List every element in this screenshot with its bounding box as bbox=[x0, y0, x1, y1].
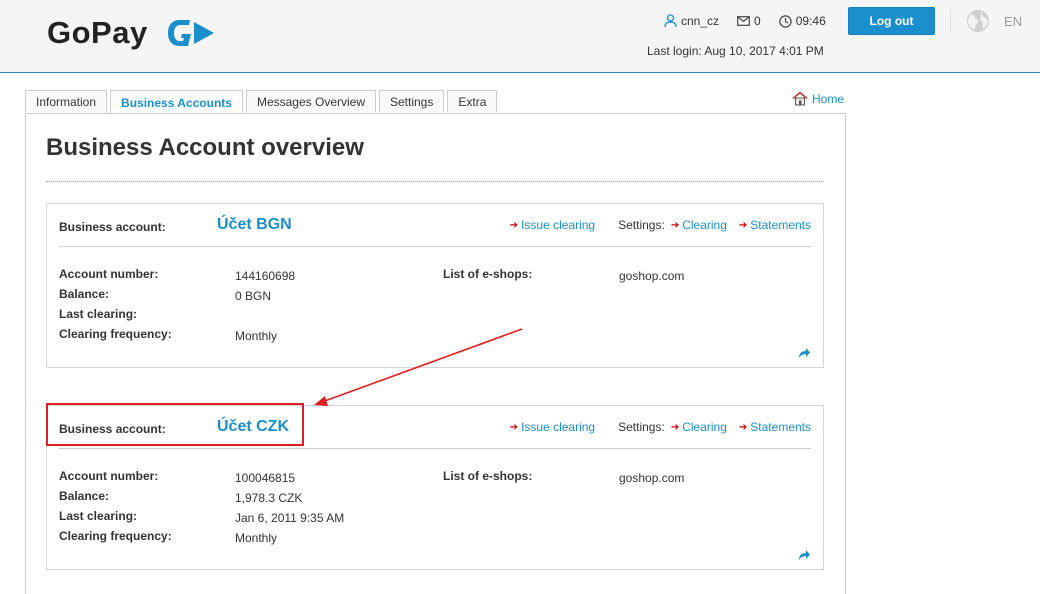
issue-clearing-link[interactable]: ➔ Issue clearing bbox=[510, 218, 595, 232]
settings-label: Settings: bbox=[618, 420, 665, 434]
account-number-value: 144160698 bbox=[235, 269, 296, 283]
clearing-frequency-label: Clearing frequency: bbox=[59, 529, 172, 543]
arrow-right-icon: ➔ bbox=[509, 421, 519, 433]
header: GoPay cnn_cz 0 09:46 Last login: Aug 10,… bbox=[0, 0, 1040, 73]
account-head-label: Business account: bbox=[59, 220, 166, 234]
home-label: Home bbox=[812, 92, 845, 106]
logout-button[interactable]: Log out bbox=[848, 7, 935, 35]
clearing-link[interactable]: ➔ Clearing bbox=[671, 420, 727, 434]
account-card: Business account: Účet BGN ➔ Issue cleari… bbox=[46, 203, 824, 368]
session-time: 09:46 bbox=[779, 14, 826, 28]
account-actions: ➔ Issue clearing Settings: ➔ Clearing ➔ Sta… bbox=[510, 420, 811, 434]
gopay-logo[interactable]: GoPay bbox=[47, 14, 216, 52]
user-item[interactable]: cnn_cz bbox=[664, 14, 719, 28]
arrow-right-icon: ➔ bbox=[738, 421, 748, 433]
last-clearing-label: Last clearing: bbox=[59, 307, 138, 321]
tab-information[interactable]: Information bbox=[25, 90, 108, 112]
shops-label: List of e-shops: bbox=[443, 469, 533, 483]
arrow-right-icon: ➔ bbox=[738, 219, 748, 231]
clearing-frequency-value: Monthly bbox=[235, 329, 278, 343]
logo-text: GoPay bbox=[47, 15, 148, 50]
shop-link[interactable]: goshop.com bbox=[619, 471, 684, 485]
account-number-value: 100046815 bbox=[235, 471, 296, 485]
clearing-frequency-label: Clearing frequency: bbox=[59, 327, 172, 341]
account-divider bbox=[59, 448, 811, 449]
clearing-frequency-value: Monthly bbox=[235, 531, 278, 545]
settings-label: Settings: bbox=[618, 218, 665, 232]
issue-clearing-link[interactable]: ➔ Issue clearing bbox=[510, 420, 595, 434]
statements-label: Statements bbox=[750, 420, 811, 434]
tab-bar: Information Business Accounts Messages O… bbox=[25, 90, 500, 114]
balance-label: Balance: bbox=[59, 489, 110, 503]
account-number-label: Account number: bbox=[59, 469, 159, 483]
time-text: 09:46 bbox=[795, 14, 826, 28]
gopay-logo-icon bbox=[167, 20, 214, 46]
header-divider bbox=[950, 9, 951, 33]
user-info: cnn_cz 0 09:46 bbox=[664, 13, 844, 29]
balance-label: Balance: bbox=[59, 287, 110, 301]
tab-messages-overview[interactable]: Messages Overview bbox=[245, 90, 376, 112]
last-clearing-value: Jan 6, 2011 9:35 AM bbox=[235, 511, 345, 525]
globe-icon[interactable] bbox=[966, 9, 990, 33]
refresh-icon[interactable] bbox=[797, 549, 811, 561]
user-icon bbox=[664, 14, 677, 28]
page-title: Business Account overview bbox=[46, 134, 364, 161]
messages-count: 0 bbox=[754, 14, 761, 28]
arrow-right-icon: ➔ bbox=[670, 219, 680, 231]
balance-value: 1,978.3 CZK bbox=[235, 491, 303, 505]
statements-link[interactable]: ➔ Statements bbox=[739, 420, 811, 434]
last-login: Last login: Aug 10, 2017 4:01 PM bbox=[647, 44, 824, 58]
clearing-label: Clearing bbox=[682, 420, 727, 434]
home-link[interactable]: Home bbox=[792, 91, 844, 106]
clearing-link[interactable]: ➔ Clearing bbox=[671, 218, 727, 232]
content-panel: Business Account overview Business accou… bbox=[25, 113, 846, 594]
arrow-right-icon: ➔ bbox=[670, 421, 680, 433]
refresh-icon[interactable] bbox=[797, 347, 811, 359]
balance-value: 0 BGN bbox=[235, 289, 272, 303]
tab-extra[interactable]: Extra bbox=[447, 90, 498, 112]
issue-clearing-label: Issue clearing bbox=[521, 218, 596, 232]
shops-label: List of e-shops: bbox=[443, 267, 533, 281]
account-name[interactable]: Účet BGN bbox=[217, 216, 292, 234]
issue-clearing-label: Issue clearing bbox=[521, 420, 596, 434]
messages-item[interactable]: 0 bbox=[737, 14, 761, 28]
tab-settings[interactable]: Settings bbox=[379, 90, 445, 112]
statements-label: Statements bbox=[750, 218, 811, 232]
tab-business-accounts[interactable]: Business Accounts bbox=[110, 90, 243, 114]
account-actions: ➔ Issue clearing Settings: ➔ Clearing ➔ Sta… bbox=[510, 218, 811, 232]
home-icon bbox=[792, 91, 808, 106]
shop-link[interactable]: goshop.com bbox=[619, 269, 684, 283]
annotation-highlight-box bbox=[46, 403, 304, 446]
title-divider bbox=[46, 181, 824, 182]
language-selector[interactable]: EN bbox=[1004, 14, 1022, 29]
clearing-label: Clearing bbox=[682, 218, 727, 232]
statements-link[interactable]: ➔ Statements bbox=[739, 218, 811, 232]
arrow-right-icon: ➔ bbox=[509, 219, 519, 231]
account-divider bbox=[59, 246, 811, 247]
account-number-label: Account number: bbox=[59, 267, 159, 281]
username: cnn_cz bbox=[681, 14, 720, 28]
envelope-icon bbox=[737, 16, 750, 26]
last-clearing-label: Last clearing: bbox=[59, 509, 138, 523]
clock-icon bbox=[779, 14, 792, 28]
